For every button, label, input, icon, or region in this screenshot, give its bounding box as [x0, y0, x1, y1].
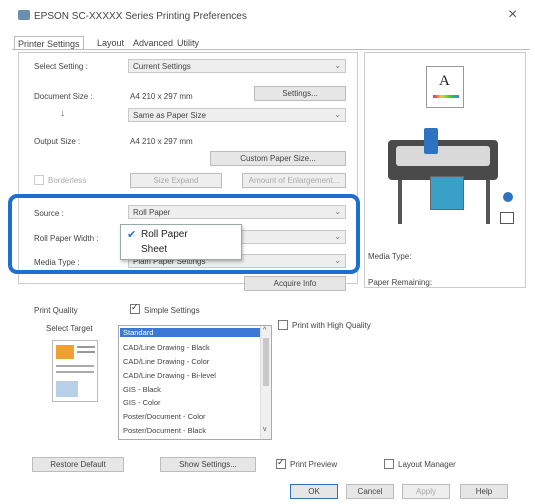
document-size-value: A4 210 x 297 mm [130, 92, 193, 101]
photo-icon [56, 345, 74, 359]
tab-advanced[interactable]: Advanced [130, 36, 176, 50]
dropdown-item-sheet[interactable]: Sheet [141, 244, 167, 255]
check-icon: ✓ [131, 302, 139, 312]
restore-default-button[interactable]: Restore Default [32, 457, 124, 472]
target-thumbnail [52, 340, 98, 402]
chevron-down-icon: ⌄ [334, 61, 341, 70]
layout-manager-checkbox[interactable] [384, 459, 394, 469]
source-dropdown-list: ✔ Roll Paper Sheet [120, 224, 242, 260]
select-setting-combo[interactable]: Current Settings ⌄ [128, 59, 346, 73]
chevron-down-icon[interactable]: v [263, 426, 267, 433]
close-icon[interactable]: × [508, 6, 517, 24]
chart-thumb-icon [56, 381, 78, 397]
chevron-up-icon[interactable]: ^ [263, 327, 266, 334]
simple-settings-label: Simple Settings [144, 306, 200, 315]
list-scrollbar[interactable]: ^ v [260, 326, 271, 439]
help-button[interactable]: Help [460, 484, 508, 499]
list-item[interactable]: Poster/Document - Color [123, 412, 206, 421]
paper-preview: A [426, 66, 464, 108]
list-item[interactable]: CAD/Line Drawing - Color [123, 357, 209, 366]
show-settings-button[interactable]: Show Settings... [160, 457, 256, 472]
paper-size-combo[interactable]: Same as Paper Size ⌄ [128, 108, 346, 122]
list-item[interactable]: CAD/Line Drawing - Bi-level [123, 371, 216, 380]
select-target-label: Select Target [46, 324, 93, 333]
acquire-info-button[interactable]: Acquire Info [244, 276, 346, 291]
output-size-label: Output Size : [34, 137, 81, 146]
chevron-down-icon: ⌄ [334, 110, 341, 119]
paper-size-value: Same as Paper Size [133, 111, 206, 120]
preview-letter: A [439, 73, 450, 89]
cancel-button[interactable]: Cancel [346, 484, 394, 499]
check-icon: ✓ [277, 457, 285, 467]
layout-manager-label: Layout Manager [398, 460, 456, 469]
document-settings-button[interactable]: Settings... [254, 86, 346, 101]
printer-app-icon [18, 10, 30, 20]
tab-utility[interactable]: Utility [174, 36, 202, 50]
list-item[interactable]: Standard [120, 328, 260, 337]
ok-button[interactable]: OK [290, 484, 338, 499]
print-quality-label: Print Quality [34, 306, 78, 315]
color-bar [433, 95, 459, 98]
tab-divider [12, 49, 530, 50]
sheet-icon [500, 212, 514, 224]
print-preview-checkbox[interactable]: ✓ [276, 457, 286, 469]
arrow-down-icon [424, 128, 438, 154]
info-dot-icon [503, 192, 513, 202]
high-quality-checkbox[interactable] [278, 320, 288, 330]
select-setting-value: Current Settings [133, 62, 191, 71]
list-item[interactable]: Poster/Document - Black [123, 426, 206, 435]
list-item[interactable]: GIS - Color [123, 398, 161, 407]
dropdown-item-roll-paper[interactable]: Roll Paper [141, 229, 188, 240]
size-expand-button[interactable]: Size Expand [130, 173, 222, 188]
high-quality-label: Print with High Quality [292, 321, 371, 330]
apply-button[interactable]: Apply [402, 484, 450, 499]
select-setting-label: Select Setting : [34, 62, 88, 71]
document-size-label: Document Size : [34, 92, 93, 101]
paper-remaining-label: Paper Remaining: [368, 278, 433, 287]
tab-layout[interactable]: Layout [94, 36, 127, 50]
custom-paper-size-button[interactable]: Custom Paper Size... [210, 151, 346, 166]
media-type-info-label: Media Type: [368, 252, 412, 261]
amount-enlargement-button[interactable]: Amount of Enlargement... [242, 173, 346, 188]
simple-settings-checkbox[interactable]: ✓ [130, 302, 140, 314]
borderless-checkbox[interactable] [34, 175, 44, 185]
tab-printer-settings[interactable]: Printer Settings [14, 36, 84, 50]
borderless-label: Borderless [48, 176, 87, 185]
list-item[interactable]: CAD/Line Drawing - Black [123, 343, 210, 352]
arrow-down-icon: ↓ [60, 108, 65, 119]
target-listbox[interactable]: Standard CAD/Line Drawing - Black CAD/Li… [118, 325, 272, 440]
roll-paper-output [430, 176, 464, 210]
output-size-value: A4 210 x 297 mm [130, 137, 193, 146]
print-preview-label: Print Preview [290, 460, 338, 469]
check-icon: ✔ [127, 229, 137, 241]
window-title: EPSON SC-XXXXX Series Printing Preferenc… [34, 11, 247, 22]
list-item[interactable]: GIS - Black [123, 385, 161, 394]
